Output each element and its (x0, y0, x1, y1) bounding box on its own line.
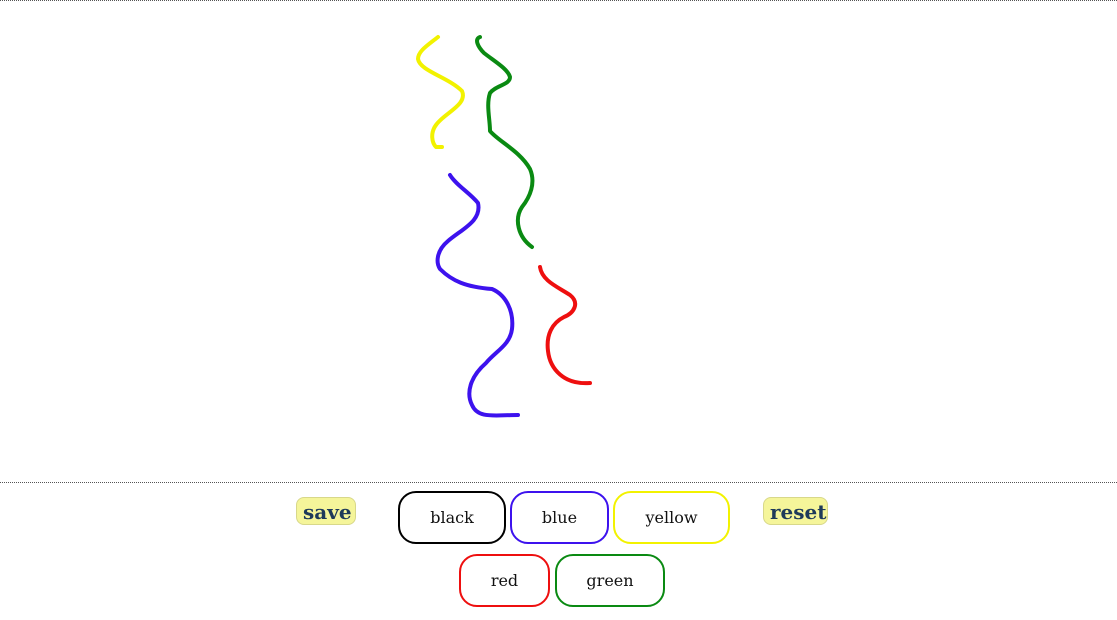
color-button-label: red (490, 571, 519, 590)
color-button-green[interactable]: green (555, 554, 665, 607)
color-button-label: green (586, 571, 634, 590)
color-button-label: yellow (645, 508, 698, 527)
color-button-black[interactable]: black (398, 491, 506, 544)
stroke-yellow (416, 35, 465, 149)
color-button-red[interactable]: red (459, 554, 550, 607)
save-button[interactable]: save (296, 497, 356, 525)
stroke-red (538, 265, 592, 386)
drawing-surface[interactable] (0, 1, 1117, 484)
color-button-label: blue (541, 508, 578, 527)
drawing-canvas[interactable] (0, 0, 1117, 483)
color-button-label: black (430, 508, 474, 527)
reset-button[interactable]: reset (763, 497, 828, 525)
color-button-blue[interactable]: blue (510, 491, 609, 544)
stroke-blue (435, 173, 520, 418)
stroke-green (475, 35, 535, 249)
color-button-yellow[interactable]: yellow (613, 491, 730, 544)
